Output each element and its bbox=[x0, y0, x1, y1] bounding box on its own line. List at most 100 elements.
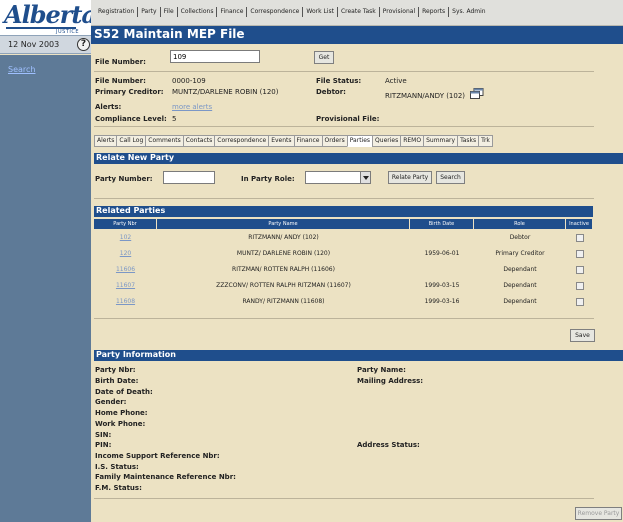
menu-registration[interactable]: Registration bbox=[95, 7, 139, 17]
table-row: 120 MUNTZ/ DARLENE ROBIN (120) 1959-06-0… bbox=[94, 246, 593, 262]
table-row: 11608 RANDY/ RITZMANN (11608) 1999-03-16… bbox=[94, 294, 593, 310]
menu-correspondence[interactable]: Correspondence bbox=[247, 7, 304, 17]
page-title: S52 Maintain MEP File bbox=[94, 27, 245, 41]
alerts-label: Alerts: bbox=[95, 103, 122, 111]
column-header[interactable]: Party Name bbox=[157, 219, 410, 229]
tab-call-log[interactable]: Call Log bbox=[116, 135, 146, 147]
inactive-checkbox[interactable] bbox=[575, 250, 584, 258]
party-nbr-link[interactable]: 11606 bbox=[94, 262, 157, 278]
logo: Alberta JUSTICE bbox=[0, 0, 97, 36]
file-number-info-label: File Number: bbox=[95, 77, 146, 85]
debtor-label: Debtor: bbox=[316, 88, 346, 96]
more-alerts-link[interactable]: more alerts bbox=[172, 103, 212, 111]
menu-collections[interactable]: Collections bbox=[178, 7, 218, 17]
save-button[interactable]: Save bbox=[570, 329, 595, 342]
primary-creditor-value: MUNTZ/DARLENE ROBIN (120) bbox=[172, 88, 279, 96]
tab-remo[interactable]: REMO bbox=[400, 135, 424, 147]
help-icon[interactable]: ? bbox=[77, 38, 90, 51]
tab-alerts[interactable]: Alerts bbox=[94, 135, 117, 147]
menu-file[interactable]: File bbox=[161, 7, 178, 17]
mailing-address-label: Mailing Address: bbox=[357, 377, 424, 385]
party-role: Primary Creditor bbox=[495, 250, 545, 257]
birth-date-label: Birth Date: bbox=[95, 377, 139, 385]
menu-work-list[interactable]: Work List bbox=[303, 7, 338, 17]
birth-date: 1999-03-16 bbox=[424, 298, 460, 305]
tab-orders[interactable]: Orders bbox=[321, 135, 347, 147]
file-status-value: Active bbox=[385, 77, 407, 85]
title-bar: S52 Maintain MEP File bbox=[91, 26, 623, 44]
party-number-label: Party Number: bbox=[95, 175, 153, 183]
relate-section-header: Relate New Party bbox=[94, 153, 623, 164]
menu-create-task[interactable]: Create Task bbox=[338, 7, 380, 17]
menu-provisional[interactable]: Provisional bbox=[380, 7, 420, 17]
inactive-checkbox[interactable] bbox=[575, 234, 584, 242]
party-number-input[interactable] bbox=[163, 171, 215, 184]
file-status-label: File Status: bbox=[316, 77, 362, 85]
file-number-label: File Number: bbox=[95, 58, 146, 66]
birth-date bbox=[410, 262, 474, 278]
table-header: Party Nbr Party Name Birth Date Role Ina… bbox=[94, 219, 593, 229]
fm-status-label: F.M. Status: bbox=[95, 484, 142, 492]
tab-comments[interactable]: Comments bbox=[145, 135, 183, 147]
provisional-file-label: Provisional File: bbox=[316, 115, 380, 123]
menu-party[interactable]: Party bbox=[138, 7, 161, 17]
inactive-checkbox[interactable] bbox=[575, 282, 584, 290]
remove-party-button[interactable]: Remove Party bbox=[575, 507, 622, 520]
table-row: 11606 RITZMAN/ ROTTEN RALPH (11606) Depe… bbox=[94, 262, 593, 278]
party-nbr-link[interactable]: 11607 bbox=[94, 278, 157, 294]
divider bbox=[94, 498, 594, 499]
divider bbox=[94, 126, 594, 127]
date-bar: 12 Nov 2003 ? bbox=[0, 36, 91, 54]
party-role-select[interactable] bbox=[305, 171, 371, 184]
tab-tasks[interactable]: Tasks bbox=[457, 135, 479, 147]
party-info-header: Party Information bbox=[94, 350, 623, 361]
sin-label: SIN: bbox=[95, 431, 112, 439]
search-link[interactable]: Search bbox=[8, 65, 35, 74]
party-name: RITZMANN/ ANDY (102) bbox=[248, 234, 319, 241]
menu-sys-admin[interactable]: Sys. Admin bbox=[449, 7, 488, 17]
search-button[interactable]: Search bbox=[436, 171, 465, 184]
divider bbox=[94, 318, 594, 319]
tab-trk[interactable]: Trk bbox=[478, 135, 493, 147]
inactive-checkbox[interactable] bbox=[575, 266, 584, 274]
tab-summary[interactable]: Summary bbox=[423, 135, 458, 147]
column-header[interactable]: Party Nbr bbox=[94, 219, 157, 229]
tab-correspondence[interactable]: Correspondence bbox=[214, 135, 269, 147]
party-nbr-link[interactable]: 120 bbox=[94, 246, 157, 262]
primary-creditor-label: Primary Creditor: bbox=[95, 88, 164, 96]
column-header[interactable]: Inactive bbox=[566, 219, 593, 229]
copy-window-icon[interactable] bbox=[470, 88, 484, 99]
tab-finance[interactable]: Finance bbox=[293, 135, 322, 147]
column-header[interactable]: Birth Date bbox=[410, 219, 474, 229]
column-header[interactable]: Role bbox=[474, 219, 566, 229]
chevron-down-icon[interactable] bbox=[360, 172, 370, 183]
party-role: Debtor bbox=[509, 234, 531, 241]
related-parties-title: Related Parties bbox=[96, 206, 166, 215]
party-name-label: Party Name: bbox=[357, 366, 406, 374]
party-nbr-link[interactable]: 11608 bbox=[94, 294, 157, 310]
birth-date: 1959-06-01 bbox=[424, 250, 460, 257]
tab-contacts[interactable]: Contacts bbox=[182, 135, 215, 147]
table-row: 102 RITZMANN/ ANDY (102) Debtor bbox=[94, 230, 593, 246]
file-number-input[interactable] bbox=[170, 50, 260, 63]
menu-finance[interactable]: Finance bbox=[217, 7, 248, 17]
party-role: Dependant bbox=[503, 298, 537, 305]
tab-parties[interactable]: Parties bbox=[346, 135, 373, 147]
party-info-title: Party Information bbox=[96, 350, 176, 359]
party-role: Dependant bbox=[503, 266, 537, 273]
tab-events[interactable]: Events bbox=[268, 135, 294, 147]
get-button[interactable]: Get bbox=[314, 51, 334, 64]
top-menu: Registration Party File Collections Fina… bbox=[95, 7, 489, 17]
side-nav: Search bbox=[0, 55, 91, 522]
party-name: RITZMAN/ ROTTEN RALPH (11606) bbox=[232, 266, 335, 273]
menu-reports[interactable]: Reports bbox=[419, 7, 450, 17]
tab-queries[interactable]: Queries bbox=[372, 135, 401, 147]
divider bbox=[94, 198, 594, 199]
debtor-value: RITZMANN/ANDY (102) bbox=[385, 92, 466, 100]
birth-date bbox=[410, 230, 474, 246]
party-nbr-link[interactable]: 102 bbox=[94, 230, 157, 246]
inactive-checkbox[interactable] bbox=[575, 298, 584, 306]
relate-party-button[interactable]: Relate Party bbox=[388, 171, 432, 184]
home-phone-label: Home Phone: bbox=[95, 409, 148, 417]
divider bbox=[94, 71, 594, 72]
